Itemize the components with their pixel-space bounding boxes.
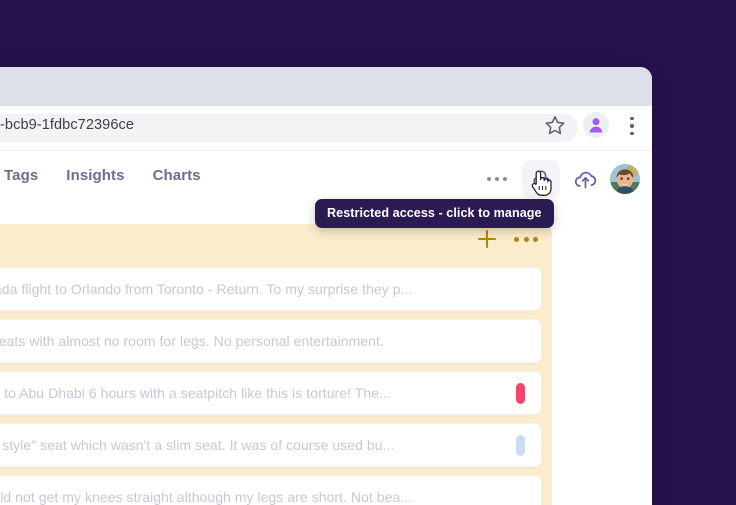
panel-header-actions <box>478 230 538 248</box>
browser-window: -bcb9-1fdbc72396ce Tags Insights Charts <box>0 67 652 505</box>
more-options-button[interactable] <box>478 160 516 198</box>
table-row[interactable]: n Dusseldorf to Abu Dhabi 6 hours with a… <box>0 371 542 415</box>
panel-more-button[interactable] <box>514 236 538 242</box>
user-avatar[interactable] <box>610 164 640 194</box>
tab-insights[interactable]: Insights <box>66 167 124 184</box>
content-area: ked Air Canada flight to Orlando from To… <box>0 208 652 505</box>
table-row[interactable]: t Very tight seats with almost no room f… <box>0 319 542 363</box>
cloud-upload-icon <box>574 171 596 188</box>
add-item-button[interactable] <box>478 230 496 248</box>
screenshot-root: -bcb9-1fdbc72396ce Tags Insights Charts <box>0 0 736 505</box>
row-text: s an old "old style" seat which wasn't a… <box>0 437 395 453</box>
restricted-access-tooltip: Restricted access - click to manage <box>315 199 554 228</box>
table-row[interactable]: s an old "old style" seat which wasn't a… <box>0 423 542 467</box>
row-text: n Dusseldorf to Abu Dhabi 6 hours with a… <box>0 385 391 401</box>
row-text: ked Air Canada flight to Orlando from To… <box>0 281 413 297</box>
upload-button[interactable] <box>566 160 604 198</box>
app-nav-tabs: Tags Insights Charts <box>4 167 201 184</box>
row-text: t Very tight seats with almost no room f… <box>0 333 384 349</box>
review-card-list: ked Air Canada flight to Orlando from To… <box>0 267 542 505</box>
table-row[interactable]: ked Air Canada flight to Orlando from To… <box>0 267 542 311</box>
lock-icon <box>532 169 550 189</box>
restricted-access-button[interactable] <box>522 160 560 198</box>
three-dots-vertical-icon[interactable] <box>622 115 642 137</box>
status-badge <box>516 382 525 404</box>
tab-charts[interactable]: Charts <box>153 167 201 184</box>
browser-tab-strip <box>0 67 652 106</box>
star-outline-icon[interactable] <box>544 114 566 136</box>
three-dots-horizontal-icon <box>487 176 507 182</box>
tag-panel: ked Air Canada flight to Orlando from To… <box>0 224 552 505</box>
tab-tags[interactable]: Tags <box>4 167 38 184</box>
toolbar-actions <box>478 160 640 198</box>
user-photo-icon <box>610 164 640 194</box>
url-text: -bcb9-1fdbc72396ce <box>0 117 135 133</box>
profile-avatar-icon <box>589 118 603 133</box>
status-badge <box>516 434 525 456</box>
table-row[interactable]: Torture - could not get my knees straigh… <box>0 475 542 505</box>
browser-profile-avatar[interactable] <box>583 112 609 138</box>
row-text: Torture - could not get my knees straigh… <box>0 489 413 505</box>
